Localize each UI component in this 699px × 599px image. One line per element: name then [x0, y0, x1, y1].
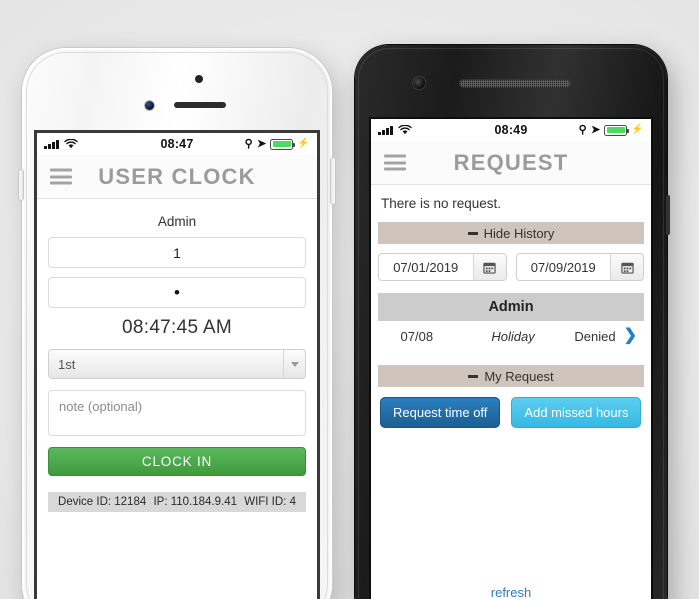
shift-select-value: 1st: [58, 356, 76, 372]
lightning-bolt-icon: ⚡: [297, 138, 311, 149]
clock-form: Admin 1 • 08:47:45 AM 1st note (optional…: [37, 199, 317, 599]
shift-select[interactable]: 1st: [48, 349, 306, 379]
empty-state-message: There is no request.: [381, 196, 502, 211]
left-device-white-iphone: 08:47 ⚲ ➤ ⚡ USER CLOCK Admin 1 • 08:47:4…: [19, 48, 335, 599]
left-screen-bezel: 08:47 ⚲ ➤ ⚡ USER CLOCK Admin 1 • 08:47:4…: [34, 130, 320, 599]
battery-icon: [604, 124, 630, 136]
calendar-icon[interactable]: [472, 254, 506, 280]
earpiece-speaker: [174, 102, 226, 108]
refresh-link[interactable]: refresh: [371, 585, 651, 599]
note-input[interactable]: note (optional): [48, 390, 306, 436]
volume-button[interactable]: [19, 170, 23, 200]
battery-icon: [270, 138, 296, 150]
ip-text: IP: 110.184.9.41: [153, 496, 238, 508]
history-group-header: Admin: [378, 293, 644, 321]
chevron-down-icon: [283, 350, 305, 378]
pin-input[interactable]: •: [48, 277, 306, 308]
row-spacer: [378, 351, 644, 365]
my-request-toggle[interactable]: My Request: [378, 365, 644, 387]
rotation-lock-icon: ⚲: [244, 137, 253, 150]
status-bar-time: 08:47: [160, 137, 194, 151]
minus-icon: [468, 374, 479, 378]
request-time-off-button[interactable]: Request time off: [380, 397, 501, 428]
hide-history-toggle[interactable]: Hide History: [378, 222, 644, 244]
right-navbar: REQUEST: [371, 141, 651, 185]
date-range-row: 07/01/2019 07/09/2019: [378, 253, 644, 281]
location-arrow-icon: ➤: [256, 137, 267, 150]
end-date-value: 07/09/2019: [530, 259, 596, 275]
current-time-display: 08:47:45 AM: [122, 317, 232, 338]
device-info-bar: Device ID: 12184 IP: 110.184.9.41 WIFI I…: [48, 492, 306, 512]
left-screen: 08:47 ⚲ ➤ ⚡ USER CLOCK Admin 1 • 08:47:4…: [37, 133, 317, 599]
wifi-icon: [397, 125, 412, 135]
wifi-id-text: WIFI ID: 4: [244, 496, 296, 508]
user-name-label: Admin: [157, 214, 197, 229]
request-buttons-row: Request time off Add missed hours: [378, 397, 644, 428]
power-button[interactable]: [666, 195, 670, 235]
hamburger-menu-icon[interactable]: [50, 165, 72, 188]
front-camera-icon: [145, 101, 154, 110]
row-status: Denied: [574, 328, 616, 344]
hide-history-label: Hide History: [483, 225, 555, 241]
calendar-icon[interactable]: [610, 254, 643, 280]
minus-icon: [467, 231, 478, 235]
start-date-field[interactable]: 07/01/2019: [378, 253, 507, 281]
status-bar-time: 08:49: [494, 123, 528, 137]
clock-in-button[interactable]: CLOCK IN: [48, 447, 306, 476]
earpiece-speaker: [459, 79, 571, 88]
employee-id-input[interactable]: 1: [48, 237, 306, 268]
signal-bars-icon: [378, 125, 393, 135]
left-status-bar: 08:47 ⚲ ➤ ⚡: [37, 133, 317, 155]
table-row[interactable]: 07/08 Holiday Denied ❯: [378, 321, 644, 351]
proximity-sensor-icon: [195, 75, 203, 83]
row-date: 07/08: [400, 328, 434, 344]
power-button[interactable]: [331, 158, 335, 204]
request-page-body: There is no request. Hide History 07/01/…: [371, 185, 651, 599]
my-request-label: My Request: [484, 368, 554, 384]
device-id-text: Device ID: 12184: [58, 496, 147, 508]
page-title: USER CLOCK: [98, 163, 256, 189]
row-type: Holiday: [491, 328, 535, 344]
left-navbar: USER CLOCK: [37, 155, 317, 199]
right-status-bar: 08:49 ⚲ ➤ ⚡: [371, 119, 651, 141]
front-camera-icon: [413, 77, 425, 89]
chevron-right-icon[interactable]: ❯: [624, 328, 640, 344]
wifi-icon: [63, 139, 78, 149]
add-missed-hours-button[interactable]: Add missed hours: [511, 397, 642, 428]
right-screen-bezel: 08:49 ⚲ ➤ ⚡ REQUEST There is no request.: [369, 117, 653, 599]
right-screen: 08:49 ⚲ ➤ ⚡ REQUEST There is no request.: [371, 119, 651, 599]
hamburger-menu-icon[interactable]: [384, 151, 406, 174]
signal-bars-icon: [44, 139, 59, 149]
start-date-value: 07/01/2019: [393, 259, 459, 275]
location-arrow-icon: ➤: [590, 123, 601, 136]
right-device-black-android: 08:49 ⚲ ➤ ⚡ REQUEST There is no request.: [355, 45, 670, 599]
lightning-bolt-icon: ⚡: [631, 124, 645, 135]
page-title: REQUEST: [453, 149, 569, 175]
rotation-lock-icon: ⚲: [578, 123, 587, 136]
end-date-field[interactable]: 07/09/2019: [515, 253, 644, 281]
